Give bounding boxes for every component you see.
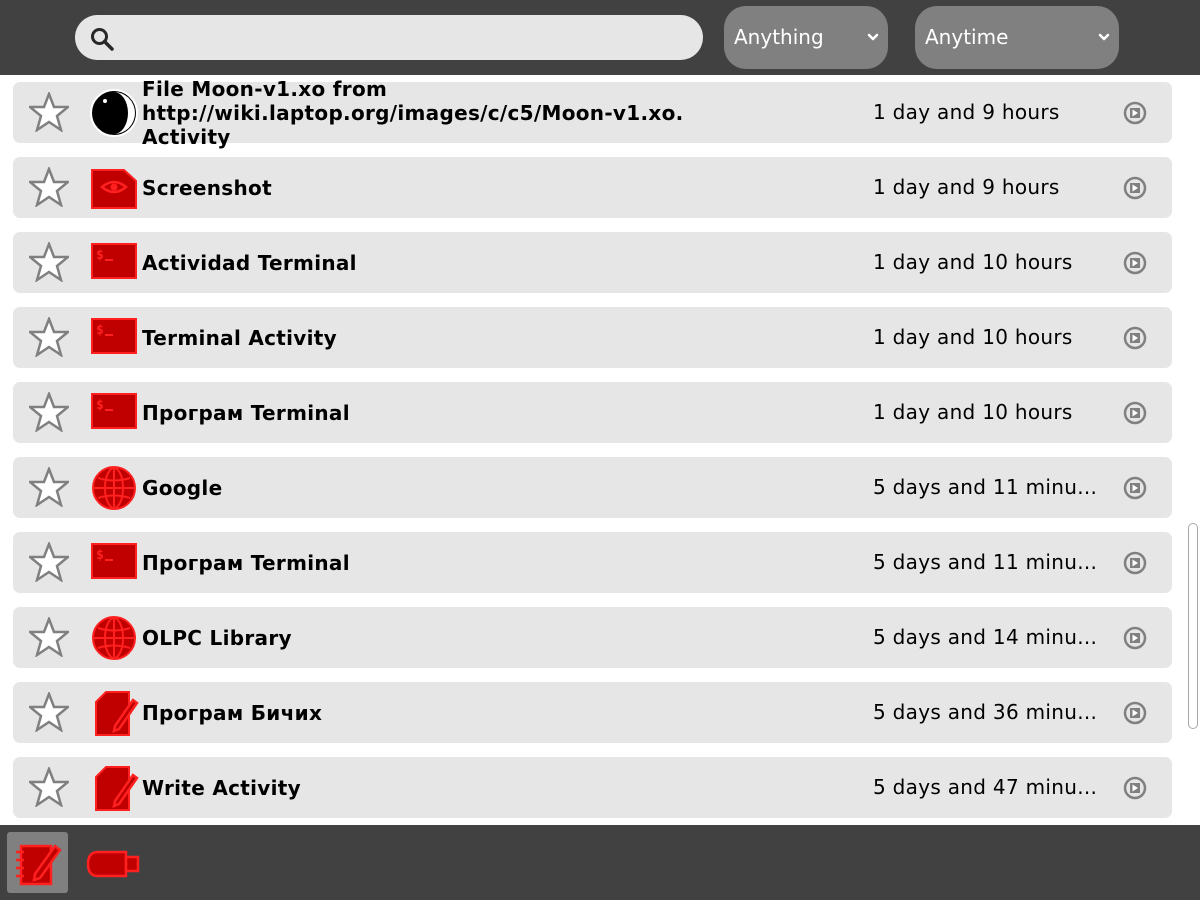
resume-icon[interactable] — [1123, 176, 1147, 200]
entry-title[interactable]: Terminal Activity — [142, 307, 742, 368]
entry-title[interactable]: OLPC Library — [142, 607, 742, 668]
entry-date: 1 day and 10 hours — [873, 325, 1073, 349]
star-icon[interactable] — [29, 242, 69, 282]
entry-date: 5 days and 47 minu... — [873, 775, 1098, 799]
resume-icon[interactable] — [1123, 701, 1147, 725]
list-item[interactable]: $ Actividad Terminal 1 day and 10 hours — [13, 232, 1172, 293]
terminal-icon: $ — [91, 318, 137, 354]
search-box[interactable] — [75, 15, 703, 62]
entry-date: 5 days and 11 minu... — [873, 550, 1098, 574]
terminal-icon: $ — [91, 393, 137, 429]
journal-icon — [16, 844, 62, 886]
star-icon[interactable] — [29, 392, 69, 432]
usb-drive-button[interactable] — [84, 832, 145, 893]
filter-type-label: Anything — [734, 25, 824, 49]
entry-title[interactable]: Screenshot — [142, 157, 742, 218]
entry-title[interactable]: Програм Бичих — [142, 682, 742, 743]
entry-date: 1 day and 10 hours — [873, 400, 1073, 424]
filter-date-dropdown[interactable]: Anytime — [915, 6, 1119, 69]
write-icon — [95, 691, 139, 736]
resume-icon[interactable] — [1123, 326, 1147, 350]
scrollbar-thumb[interactable] — [1188, 523, 1198, 729]
svg-text:$: $ — [96, 548, 104, 563]
bottom-toolbar — [0, 825, 1200, 900]
star-icon[interactable] — [29, 767, 69, 807]
chevron-down-icon — [867, 33, 879, 41]
list-item[interactable]: $ Програм Terminal 1 day and 10 hours — [13, 382, 1172, 443]
resume-icon[interactable] — [1123, 551, 1147, 575]
entry-title[interactable]: Програм Terminal — [142, 532, 742, 593]
write-icon — [95, 766, 139, 811]
list-item[interactable]: Write Activity 5 days and 47 minu... — [13, 757, 1172, 818]
entry-title[interactable]: Програм Terminal — [142, 382, 742, 443]
list-item[interactable]: Google 5 days and 11 minu... — [13, 457, 1172, 518]
star-icon[interactable] — [29, 317, 69, 357]
entry-date: 1 day and 9 hours — [873, 175, 1060, 199]
resume-icon[interactable] — [1123, 626, 1147, 650]
resume-icon[interactable] — [1123, 101, 1147, 125]
resume-icon[interactable] — [1123, 251, 1147, 275]
list-item[interactable]: OLPC Library 5 days and 14 minu... — [13, 607, 1172, 668]
terminal-icon: $ — [91, 243, 137, 279]
chevron-down-icon — [1098, 33, 1110, 41]
list-item[interactable]: Screenshot 1 day and 9 hours — [13, 157, 1172, 218]
list-item[interactable]: $ Terminal Activity 1 day and 10 hours — [13, 307, 1172, 368]
star-icon[interactable] — [29, 617, 69, 657]
search-icon — [91, 28, 114, 51]
entry-title[interactable]: Google — [142, 457, 742, 518]
star-icon[interactable] — [29, 692, 69, 732]
entry-title[interactable]: Write Activity — [142, 757, 742, 818]
search-input[interactable] — [123, 15, 687, 62]
terminal-icon: $ — [91, 543, 137, 579]
vertical-scrollbar[interactable] — [1186, 75, 1200, 825]
star-icon[interactable] — [29, 542, 69, 582]
moon-icon — [90, 89, 138, 137]
svg-text:$: $ — [96, 323, 104, 338]
entry-title[interactable]: Actividad Terminal — [142, 232, 742, 293]
top-toolbar: Anything Anytime — [0, 0, 1200, 75]
resume-icon[interactable] — [1123, 401, 1147, 425]
globe-icon — [92, 616, 136, 660]
svg-text:$: $ — [96, 398, 104, 413]
journal-entry-list: File Moon-v1.xo from http://wiki.laptop.… — [0, 75, 1186, 825]
star-icon[interactable] — [29, 167, 69, 207]
resume-icon[interactable] — [1123, 476, 1147, 500]
entry-date: 1 day and 10 hours — [873, 250, 1073, 274]
entry-date: 5 days and 36 minu... — [873, 700, 1098, 724]
resume-icon[interactable] — [1123, 776, 1147, 800]
star-icon[interactable] — [29, 467, 69, 507]
filter-type-dropdown[interactable]: Anything — [724, 6, 888, 69]
journal-button[interactable] — [7, 832, 68, 893]
globe-icon — [92, 466, 136, 510]
entry-date: 5 days and 14 minu... — [873, 625, 1098, 649]
entry-date: 1 day and 9 hours — [873, 100, 1060, 124]
entry-date: 5 days and 11 minu... — [873, 475, 1098, 499]
svg-text:$: $ — [96, 248, 104, 263]
image-icon — [91, 169, 137, 209]
usb-drive-icon — [86, 850, 140, 878]
star-icon[interactable] — [29, 92, 69, 132]
list-item[interactable]: File Moon-v1.xo from http://wiki.laptop.… — [13, 77, 1172, 149]
filter-date-label: Anytime — [925, 25, 1009, 49]
list-item[interactable]: Програм Бичих 5 days and 36 minu... — [13, 682, 1172, 743]
entry-title[interactable]: File Moon-v1.xo from http://wiki.laptop.… — [142, 77, 742, 149]
list-item[interactable]: $ Програм Terminal 5 days and 11 minu... — [13, 532, 1172, 593]
